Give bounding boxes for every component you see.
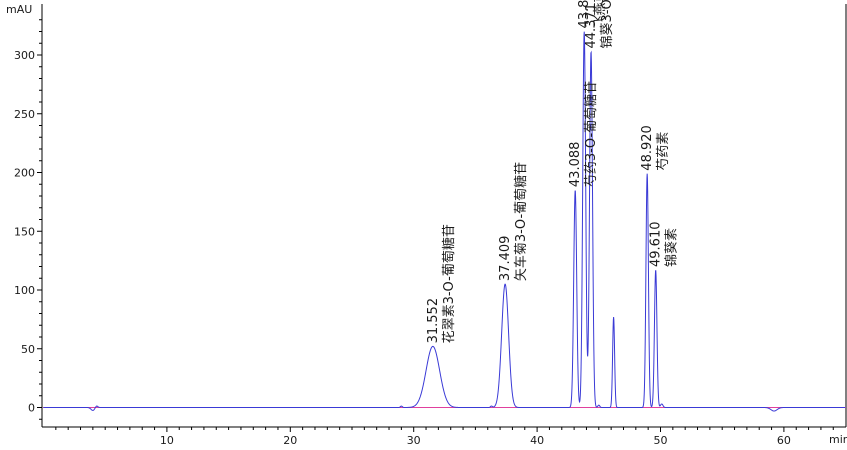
- peak-retention-time: 37.409: [498, 236, 513, 282]
- y-tick-label: 150: [14, 225, 35, 238]
- y-tick-label: 250: [14, 108, 35, 121]
- y-tick-label: 100: [14, 284, 35, 297]
- peak-label-group: 48.920 芍药素: [640, 125, 671, 171]
- peak-compound-name: 锦葵3-O-葡萄糖苷: [599, 0, 615, 49]
- axes: 0 50 100 150 200 250 300 10 20 30 40 50 60 mAU min: [6, 3, 847, 447]
- y-unit-label: mAU: [6, 3, 32, 16]
- x-unit-label: min: [829, 433, 847, 446]
- peak-label-group: 49.610 锦葵素: [649, 222, 680, 268]
- peak-retention-time: 49.610: [649, 222, 664, 268]
- x-tick-label: 20: [283, 434, 297, 447]
- peak-label-group: 37.409 矢车菊3-O-葡萄糖苷: [498, 162, 529, 281]
- y-tick-label: 300: [14, 49, 35, 62]
- peak-retention-time: 43.088: [568, 142, 583, 188]
- x-tick-label: 40: [530, 434, 544, 447]
- peak-labels: 31.552 花翠素3-O-葡萄糖苷 37.409 矢车菊3-O-葡萄糖苷 43.088…: [426, 0, 680, 343]
- peak-compound-name: 芍药素: [655, 132, 671, 171]
- peak-compound-name: 锦葵素: [665, 228, 680, 267]
- peak-compound-name: 花翠素3-O-葡萄糖苷: [441, 224, 457, 343]
- peak-retention-time: 31.552: [426, 298, 441, 344]
- peak-retention-time: 44.371: [584, 3, 599, 49]
- peak-label-group: 44.371锦葵3-O-葡萄糖苷: [584, 0, 615, 49]
- peak-compound-name: 芍药3-O-葡萄糖苷: [583, 81, 599, 187]
- x-tick-label: 10: [160, 434, 174, 447]
- peak-label-group: 43.088 芍药3-O-葡萄糖苷: [568, 81, 599, 187]
- chromatogram-chart: 0 50 100 150 200 250 300 10 20 30 40 50 60 mAU min 31.…: [6, 0, 847, 447]
- y-tick-label: 0: [28, 402, 35, 415]
- x-tick-label: 30: [407, 434, 421, 447]
- peak-retention-time: 48.920: [640, 125, 655, 171]
- x-tick-label: 60: [777, 434, 791, 447]
- x-tick-label: 50: [654, 434, 668, 447]
- chromatogram-line: [43, 31, 846, 412]
- y-tick-label: 200: [14, 167, 35, 180]
- y-tick-label: 50: [21, 343, 35, 356]
- signal-trace: [43, 31, 846, 412]
- peak-compound-name: 矢车菊3-O-葡萄糖苷: [513, 162, 529, 281]
- peak-label-group: 31.552 花翠素3-O-葡萄糖苷: [426, 224, 457, 343]
